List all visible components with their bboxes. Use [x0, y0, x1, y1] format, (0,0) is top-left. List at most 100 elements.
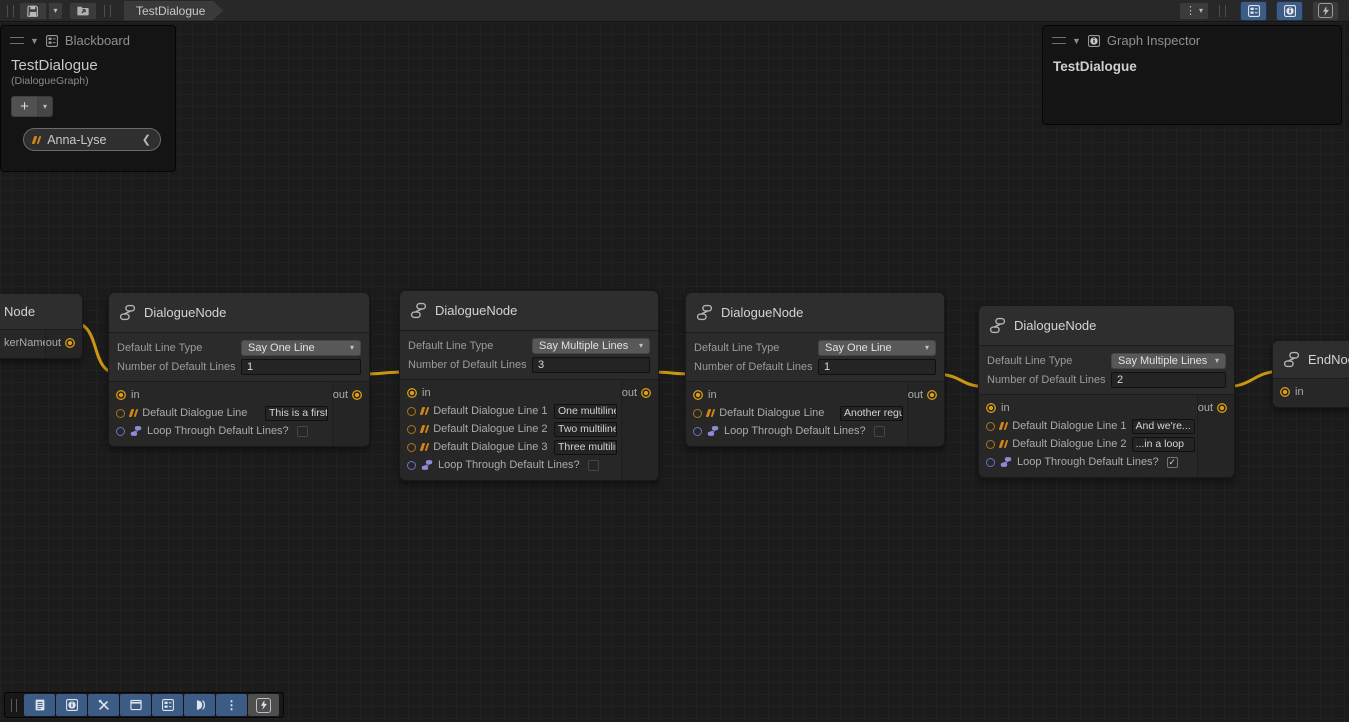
node-title-bar[interactable]: DialogueNode [686, 293, 944, 333]
loop-checkbox[interactable] [874, 426, 885, 437]
blackboard-panel[interactable]: ▼ Blackboard TestDialogue (DialogueGraph… [0, 25, 176, 172]
add-variable-button[interactable]: + [11, 96, 38, 117]
graph-node-dialoguenode[interactable]: DialogueNodeDefault Line TypeSay Multipl… [978, 305, 1235, 478]
string-type-icon [999, 440, 1009, 448]
drag-handle-icon[interactable] [10, 37, 24, 44]
input-port[interactable] [407, 388, 417, 398]
blackboard-header[interactable]: ▼ Blackboard [1, 26, 175, 53]
dropdown-value: Say Multiple Lines [1118, 355, 1207, 367]
node-title-bar[interactable]: DialogueNode [979, 306, 1234, 346]
inspector-button[interactable] [56, 694, 87, 716]
port-label: Loop Through Default Lines? [438, 459, 580, 471]
open-asset-button[interactable] [69, 2, 97, 20]
port-label: Default Dialogue Line [719, 407, 824, 419]
chevron-left-icon[interactable]: ❮ [142, 133, 151, 146]
dialogue-line-field[interactable]: ...in a loop [1132, 437, 1195, 452]
bolt-button[interactable] [248, 694, 279, 716]
out-port-label: out [1198, 402, 1213, 414]
add-variable-dropdown-button[interactable]: ▾ [38, 96, 53, 117]
more-button[interactable]: ⋮ [216, 694, 247, 716]
input-port[interactable] [407, 461, 416, 470]
console-button[interactable] [24, 694, 55, 716]
input-port[interactable] [116, 390, 126, 400]
save-dropdown-button[interactable]: ▾ [48, 2, 63, 20]
drag-handle-icon[interactable] [1052, 37, 1066, 44]
graph-tab[interactable]: TestDialogue [124, 1, 223, 21]
output-port[interactable] [65, 338, 75, 348]
input-port[interactable] [407, 425, 416, 434]
toolbar-drag-handle[interactable] [11, 699, 17, 712]
save-button[interactable] [19, 2, 47, 20]
node-flow-icon [696, 304, 713, 321]
number-of-lines-field[interactable]: 2 [1111, 372, 1226, 388]
tools-button[interactable] [88, 694, 119, 716]
loop-checkbox[interactable] [588, 460, 599, 471]
dialogue-line-field[interactable]: And we're... [1132, 419, 1195, 434]
dialogue-line-field[interactable]: Three multilin [554, 440, 617, 455]
loop-checkbox[interactable] [297, 426, 308, 437]
input-port[interactable] [986, 440, 995, 449]
caret-down-icon: ▾ [53, 6, 57, 15]
output-port[interactable] [927, 390, 937, 400]
input-port[interactable] [407, 443, 416, 452]
graph-node-dialoguenode[interactable]: DialogueNode Default Line TypeSay Multipl… [399, 290, 659, 481]
collapse-arrow-icon[interactable]: ▼ [30, 36, 39, 46]
toolbar-drag-handle[interactable] [104, 5, 111, 17]
input-port[interactable] [693, 390, 703, 400]
number-of-lines-field[interactable]: 3 [532, 357, 650, 373]
node-port-row: Loop Through Default Lines? [400, 456, 658, 474]
caret-down-icon: ▾ [1199, 6, 1203, 15]
node-title-bar[interactable]: DialogueNode [109, 293, 369, 333]
input-port[interactable] [1280, 387, 1290, 397]
toolbar-drag-handle[interactable] [7, 5, 14, 17]
window-button[interactable] [120, 694, 151, 716]
graph-canvas[interactable]: NodekerNameoutDialogueNodeDefault Line T… [0, 22, 1349, 722]
output-port[interactable] [641, 388, 651, 398]
input-port[interactable] [986, 458, 995, 467]
loop-checkbox[interactable]: ✓ [1167, 457, 1178, 468]
node-output-column: out [332, 382, 369, 446]
collapse-arrow-icon[interactable]: ▼ [1072, 36, 1081, 46]
input-port[interactable] [986, 403, 996, 413]
input-port[interactable] [116, 427, 125, 436]
node-output-column: out [45, 330, 82, 358]
number-of-lines-field[interactable]: 1 [818, 359, 936, 375]
graph-inspector-header[interactable]: ▼ Graph Inspector [1043, 26, 1341, 53]
graph-inspector-panel[interactable]: ▼ Graph Inspector TestDialogue [1042, 25, 1342, 125]
graph-node-endnode[interactable]: EndNodein [1272, 340, 1349, 408]
toolbar-drag-handle[interactable] [1219, 5, 1226, 17]
node-title-bar[interactable]: EndNode [1273, 341, 1349, 379]
input-port[interactable] [693, 427, 702, 436]
blackboard-variable-anna-lyse[interactable]: Anna-Lyse ❮ [23, 128, 161, 151]
caret-down-icon: ▾ [43, 102, 47, 111]
bolt-toggle-button[interactable] [1312, 1, 1339, 21]
out-port-label: out [333, 389, 348, 401]
dialogue-line-field[interactable]: One multiline [554, 404, 617, 419]
more-options-button[interactable]: ⋮ ▾ [1179, 2, 1209, 20]
input-port[interactable] [986, 422, 995, 431]
line-type-dropdown[interactable]: Say Multiple Lines▾ [1111, 353, 1226, 369]
dialogue-line-field[interactable]: Two multiline [554, 422, 617, 437]
node-flow-icon [410, 302, 427, 319]
graph-node-dialoguenode[interactable]: DialogueNodeDefault Line TypeSay One Lin… [108, 292, 370, 447]
line-type-dropdown[interactable]: Say One Line▾ [818, 340, 936, 356]
input-port[interactable] [407, 407, 416, 416]
output-port[interactable] [352, 390, 362, 400]
dialogue-preview-button[interactable] [184, 694, 215, 716]
graph-inspector-toggle-button[interactable] [1276, 1, 1303, 21]
dialogue-line-field[interactable]: This is a first [265, 406, 328, 421]
input-port[interactable] [693, 409, 702, 418]
blackboard-button[interactable] [152, 694, 183, 716]
graph-node-dialoguenode[interactable]: DialogueNodeDefault Line TypeSay One Lin… [685, 292, 945, 447]
graph-node-node[interactable]: NodekerNameout [0, 293, 83, 359]
line-type-dropdown[interactable]: Say One Line▾ [241, 340, 361, 356]
number-of-lines-field[interactable]: 1 [241, 359, 361, 375]
input-port[interactable] [116, 409, 125, 418]
node-property-row: Default Line TypeSay Multiple Lines▾ [408, 336, 650, 355]
output-port[interactable] [1217, 403, 1227, 413]
dialogue-line-field[interactable]: Another regu [840, 406, 903, 421]
node-title-bar[interactable]: Node [0, 294, 82, 330]
blackboard-toggle-button[interactable] [1240, 1, 1267, 21]
line-type-dropdown[interactable]: Say Multiple Lines▾ [532, 338, 650, 354]
node-title-bar[interactable]: DialogueNode [400, 291, 658, 331]
